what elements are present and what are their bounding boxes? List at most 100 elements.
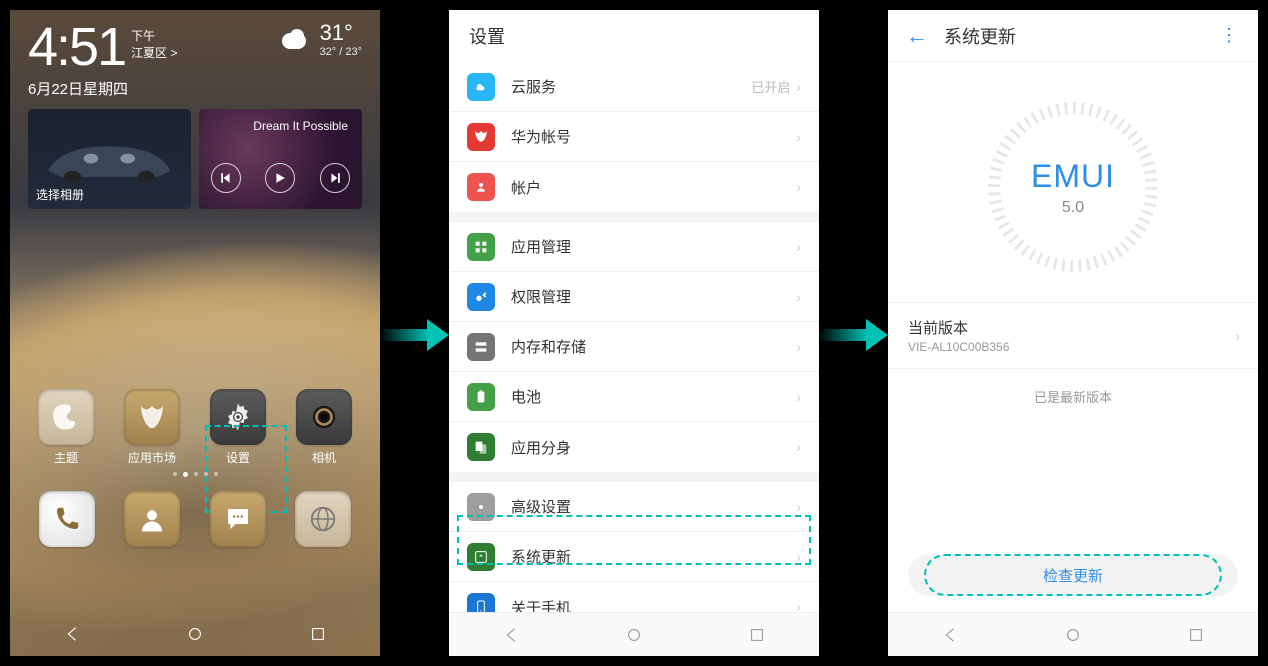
settings-row-label: 高级设置 (511, 496, 796, 517)
settings-row-label: 应用管理 (511, 236, 796, 257)
app-label: 主题 (54, 449, 78, 466)
home-top-row: 4:51 下午 江夏区 > 31° 32° / 23° (10, 10, 380, 78)
settings-row-clone[interactable]: 应用分身› (449, 422, 819, 472)
dock (10, 477, 380, 555)
storage-icon (467, 333, 495, 361)
app-theme[interactable]: 主题 (28, 389, 104, 466)
current-version-row[interactable]: 当前版本 VIE-AL10C00B356 › (888, 302, 1258, 369)
app-icon-grid: 主题 应用市场 设置 相机 (10, 389, 380, 466)
app-camera[interactable]: 相机 (286, 389, 362, 466)
gallery-widget-label: 选择相册 (36, 186, 84, 203)
menu-button[interactable]: ⋮ (1220, 25, 1240, 46)
app-market[interactable]: 应用市场 (114, 389, 190, 466)
settings-row-account[interactable]: 帐户› (449, 162, 819, 212)
dock-browser[interactable] (295, 491, 351, 547)
latest-version-msg: 已是最新版本 (888, 387, 1258, 406)
emui-version: 5.0 (1062, 199, 1084, 217)
current-version-label: 当前版本 (908, 317, 1238, 338)
nav-back-icon[interactable] (941, 626, 959, 644)
app-label: 设置 (226, 449, 250, 466)
settings-row-apps[interactable]: 应用管理› (449, 222, 819, 272)
settings-row-perm[interactable]: 权限管理› (449, 272, 819, 322)
settings-row-label: 内存和存储 (511, 336, 796, 357)
chevron-right-icon: › (796, 79, 801, 95)
phone-settings-screen: 设置 云服务已开启›华为帐号›帐户›应用管理›权限管理›内存和存储›电池›应用分… (449, 10, 819, 656)
settings-row-advanced[interactable]: 高级设置› (449, 482, 819, 532)
settings-row-huawei[interactable]: 华为帐号› (449, 112, 819, 162)
settings-row-label: 应用分身 (511, 437, 796, 458)
phone-system-update-screen: ← 系统更新 ⋮ EMUI 5.0 当前版本 VIE-AL10C00B356 ›… (888, 10, 1258, 656)
chevron-right-icon: › (796, 439, 801, 455)
nav-bar (449, 612, 819, 656)
settings-header: 设置 (449, 10, 819, 62)
flow-arrow-2 (818, 315, 888, 355)
update-icon (467, 543, 495, 571)
weather-widget[interactable]: 31° 32° / 23° (278, 20, 362, 58)
chevron-right-icon: › (796, 289, 801, 305)
clock-ampm: 下午 (131, 28, 177, 45)
chevron-right-icon: › (796, 239, 801, 255)
nav-recent-icon[interactable] (748, 626, 766, 644)
cloud-icon (278, 27, 312, 51)
market-icon (124, 389, 180, 445)
chevron-right-icon: › (796, 499, 801, 515)
dock-messages[interactable] (210, 491, 266, 547)
music-widget[interactable]: Dream It Possible (199, 109, 362, 209)
chevron-right-icon: › (1235, 328, 1240, 344)
settings-title: 设置 (469, 23, 505, 49)
phone-home-screen: 4:51 下午 江夏区 > 31° 32° / 23° 6月22日星期四 选择相… (10, 10, 380, 656)
app-settings[interactable]: 设置 (200, 389, 276, 466)
camera-icon (296, 389, 352, 445)
dock-contacts[interactable] (124, 491, 180, 547)
flow-arrow-1 (379, 315, 449, 355)
back-button[interactable]: ← (906, 23, 928, 49)
settings-row-cloud[interactable]: 云服务已开启 › (449, 62, 819, 112)
clock-location: 江夏区 > (131, 45, 177, 62)
clone-icon (467, 433, 495, 461)
battery-icon (467, 383, 495, 411)
advanced-icon (467, 493, 495, 521)
nav-bar (888, 612, 1258, 656)
nav-home-icon[interactable] (1064, 626, 1082, 644)
settings-list[interactable]: 云服务已开启›华为帐号›帐户›应用管理›权限管理›内存和存储›电池›应用分身›高… (449, 62, 819, 656)
settings-row-battery[interactable]: 电池› (449, 372, 819, 422)
dock-phone[interactable] (39, 491, 95, 547)
update-header: ← 系统更新 ⋮ (888, 10, 1258, 62)
cloud-icon (467, 73, 495, 101)
music-prev-button[interactable] (211, 163, 241, 193)
clock-widget[interactable]: 4:51 下午 江夏区 > (28, 20, 177, 74)
settings-row-storage[interactable]: 内存和存储› (449, 322, 819, 372)
music-track-title: Dream It Possible (253, 119, 348, 133)
settings-row-label: 帐户 (511, 177, 796, 198)
theme-icon (38, 389, 94, 445)
nav-bar (10, 612, 380, 656)
chevron-right-icon: › (796, 179, 801, 195)
music-next-button[interactable] (320, 163, 350, 193)
emui-badge: EMUI 5.0 (888, 62, 1258, 302)
check-update-button[interactable]: 检查更新 (908, 554, 1238, 596)
nav-home-icon[interactable] (186, 625, 204, 643)
settings-row-label: 权限管理 (511, 286, 796, 307)
update-title: 系统更新 (944, 23, 1220, 49)
settings-row-label: 电池 (511, 386, 796, 407)
music-play-button[interactable] (265, 163, 295, 193)
nav-back-icon[interactable] (63, 625, 81, 643)
gallery-widget[interactable]: 选择相册 (28, 109, 191, 209)
chevron-right-icon: › (796, 339, 801, 355)
account-icon (467, 173, 495, 201)
settings-row-value: 已开启 (751, 77, 790, 96)
nav-recent-icon[interactable] (309, 625, 327, 643)
nav-recent-icon[interactable] (1187, 626, 1205, 644)
chevron-right-icon: › (796, 389, 801, 405)
chevron-right-icon: › (796, 129, 801, 145)
nav-back-icon[interactable] (502, 626, 520, 644)
clock-time: 4:51 (28, 20, 125, 74)
apps-icon (467, 233, 495, 261)
nav-home-icon[interactable] (625, 626, 643, 644)
settings-row-label: 云服务 (511, 76, 751, 97)
huawei-icon (467, 123, 495, 151)
date-label: 6月22日星期四 (10, 78, 380, 99)
settings-row-label: 系统更新 (511, 546, 796, 567)
settings-icon (210, 389, 266, 445)
settings-row-update[interactable]: 系统更新› (449, 532, 819, 582)
